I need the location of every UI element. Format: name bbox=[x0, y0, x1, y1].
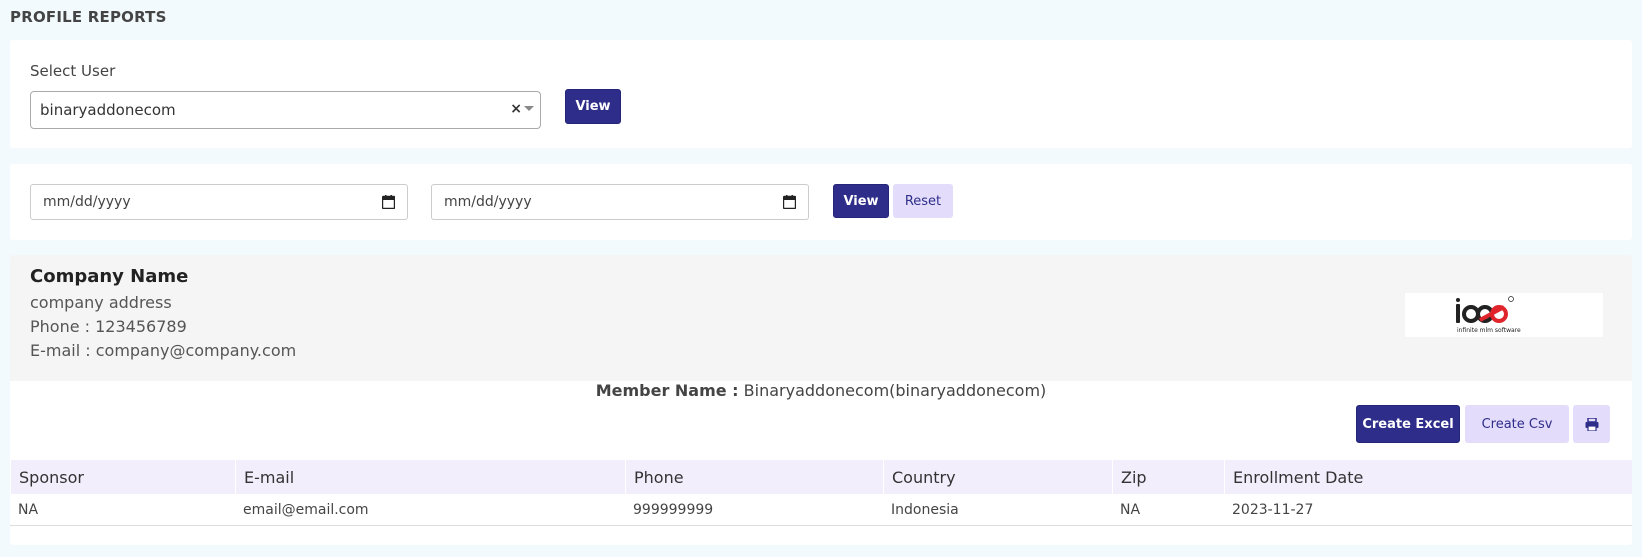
column-header-country[interactable]: Country bbox=[883, 460, 1112, 494]
cell-sponsor: NA bbox=[18, 501, 39, 518]
date-from-input[interactable]: mm/dd/yyyy bbox=[30, 184, 408, 220]
print-button[interactable] bbox=[1573, 405, 1610, 443]
date-to-placeholder: mm/dd/yyyy bbox=[444, 194, 532, 210]
user-view-button[interactable]: View bbox=[565, 89, 621, 124]
company-email: E-mail : company@company.com bbox=[30, 341, 297, 360]
member-name-label: Member Name : bbox=[595, 381, 739, 400]
user-select[interactable]: binaryaddonecom × bbox=[30, 91, 541, 129]
calendar-icon[interactable] bbox=[783, 195, 796, 209]
company-address: company address bbox=[30, 293, 172, 312]
cell-enrollment-date: 2023-11-27 bbox=[1232, 501, 1314, 518]
column-header-phone[interactable]: Phone bbox=[625, 460, 883, 494]
user-select-value: binaryaddonecom bbox=[40, 101, 176, 119]
user-filter-card: Select User binaryaddonecom × View bbox=[10, 40, 1632, 148]
cell-phone: 999999999 bbox=[633, 501, 714, 518]
date-filter-card: mm/dd/yyyy mm/dd/yyyy View Reset bbox=[10, 164, 1632, 240]
create-excel-button[interactable]: Create Excel bbox=[1356, 405, 1460, 443]
date-from-placeholder: mm/dd/yyyy bbox=[43, 194, 131, 210]
page-title: PROFILE REPORTS bbox=[10, 8, 167, 26]
select-user-label: Select User bbox=[30, 62, 116, 80]
print-icon bbox=[1585, 417, 1598, 431]
chevron-down-icon[interactable] bbox=[524, 106, 534, 111]
clear-icon[interactable]: × bbox=[510, 101, 522, 117]
logo-icon: infinite mlm software bbox=[1456, 296, 1521, 334]
calendar-icon[interactable] bbox=[382, 195, 395, 209]
cell-country: Indonesia bbox=[891, 501, 959, 518]
column-header-enrollment-date[interactable]: Enrollment Date bbox=[1224, 460, 1632, 494]
cell-email: email@email.com bbox=[243, 501, 369, 518]
reset-button[interactable]: Reset bbox=[893, 184, 953, 218]
company-phone: Phone : 123456789 bbox=[30, 317, 187, 336]
company-header: Company Name company address Phone : 123… bbox=[10, 255, 1632, 381]
company-name: Company Name bbox=[30, 266, 189, 287]
column-header-zip[interactable]: Zip bbox=[1112, 460, 1224, 494]
cell-zip: NA bbox=[1120, 501, 1141, 518]
table-header: Sponsor E-mail Phone Country Zip Enrollm… bbox=[10, 460, 1632, 494]
date-to-input[interactable]: mm/dd/yyyy bbox=[431, 184, 809, 220]
member-name-line: Member Name : Binaryaddonecom(binaryaddo… bbox=[10, 381, 1632, 400]
create-csv-button[interactable]: Create Csv bbox=[1465, 405, 1569, 443]
table-row: NA email@email.com 999999999 Indonesia N… bbox=[10, 494, 1632, 526]
column-header-email[interactable]: E-mail bbox=[235, 460, 625, 494]
report-card: Company Name company address Phone : 123… bbox=[10, 255, 1632, 545]
column-header-sponsor[interactable]: Sponsor bbox=[10, 460, 235, 494]
date-view-button[interactable]: View bbox=[833, 184, 889, 218]
company-logo: infinite mlm software bbox=[1405, 293, 1603, 337]
member-name-value: Binaryaddonecom(binaryaddonecom) bbox=[743, 381, 1047, 400]
logo-tagline: infinite mlm software bbox=[1457, 327, 1521, 334]
